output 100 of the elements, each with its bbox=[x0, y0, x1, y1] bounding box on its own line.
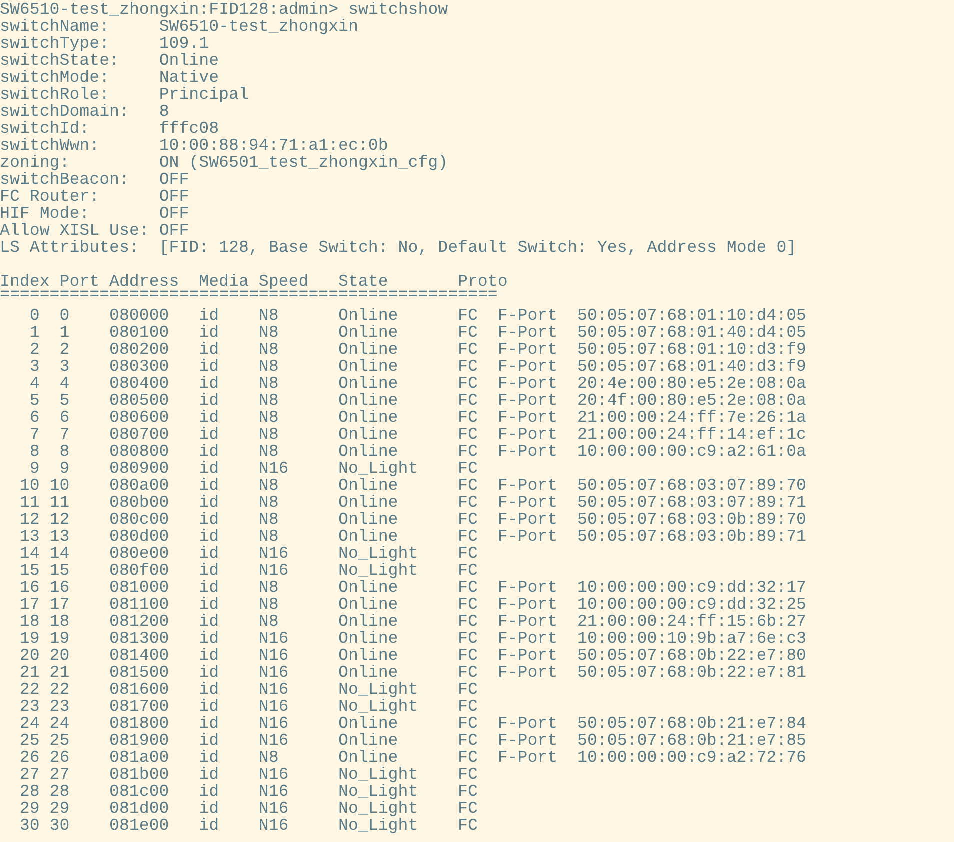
table-cell-text: FC bbox=[458, 579, 479, 596]
table-cell-text: 081b00 bbox=[110, 766, 170, 783]
table-cell-text: 080f00 bbox=[110, 562, 170, 579]
table-cell-text: 080000 bbox=[110, 307, 170, 324]
table-cell-text: 13 bbox=[18, 528, 40, 545]
table-cell-text: 081100 bbox=[110, 596, 170, 613]
table-cell-text: 18 bbox=[18, 613, 40, 630]
table-cell-text: 29 bbox=[18, 800, 40, 817]
table-cell-text: 081a00 bbox=[110, 749, 170, 766]
table-cell-text: Online bbox=[338, 307, 400, 324]
table-cell: 10:00:00:00:c9:a2:72:76 bbox=[577, 749, 807, 766]
table-cell-text: F-Port bbox=[498, 647, 559, 664]
table-cell-text: No_Light bbox=[338, 783, 420, 800]
table-cell-text: N8 bbox=[258, 324, 280, 341]
table-cell-text: 29 bbox=[48, 800, 70, 817]
table-cell-text: 6 bbox=[58, 409, 70, 426]
table-cell-text: 21 bbox=[48, 664, 70, 681]
table-cell-text: FC bbox=[458, 375, 479, 392]
table-cell-text: 26 bbox=[18, 749, 40, 766]
table-cell-text: FC bbox=[458, 477, 479, 494]
table-cell-text: id bbox=[199, 341, 220, 358]
table-cell-text: 080200 bbox=[110, 341, 170, 358]
field-label: zoning: bbox=[0, 154, 71, 171]
table-cell-text: Online bbox=[338, 341, 400, 358]
table-cell: 50:05:07:68:0b:22:e7:80 bbox=[577, 647, 807, 664]
table-cell-text: 24 bbox=[18, 715, 40, 732]
table-cell-text: F-Port bbox=[498, 630, 559, 647]
table-cell: 50:05:07:68:01:40:d3:f9 bbox=[577, 358, 807, 375]
table-cell-text: 080e00 bbox=[110, 545, 170, 562]
table-cell-text: 25 bbox=[48, 732, 70, 749]
table-cell-text: N16 bbox=[258, 562, 290, 579]
table-cell-text: 080900 bbox=[110, 460, 170, 477]
column-header: State bbox=[338, 273, 388, 290]
table-cell-text: id bbox=[199, 698, 220, 715]
table-cell: 50:05:07:68:0b:21:e7:84 bbox=[577, 715, 807, 732]
table-cell-text: 080700 bbox=[110, 426, 170, 443]
table-cell-text: 081600 bbox=[110, 681, 170, 698]
table-cell: 10:00:00:00:c9:a2:61:0a bbox=[577, 443, 807, 460]
table-cell-text: F-Port bbox=[498, 494, 559, 511]
table-cell-text: 19 bbox=[48, 630, 70, 647]
table-cell-text: 6 bbox=[28, 409, 40, 426]
table-cell-text: 17 bbox=[48, 596, 70, 613]
table-cell-text: id bbox=[199, 579, 220, 596]
table-cell-text: 081e00 bbox=[110, 817, 170, 834]
table-cell-text: N8 bbox=[258, 511, 280, 528]
column-header: Address bbox=[110, 273, 180, 290]
field-label: HIF Mode: bbox=[0, 205, 91, 222]
table-cell-text: 8 bbox=[58, 443, 70, 460]
table-cell-text: Online bbox=[338, 494, 400, 511]
table-cell-text: 081d00 bbox=[110, 800, 170, 817]
table-cell-text: FC bbox=[458, 528, 479, 545]
table-cell-text: 080b00 bbox=[110, 494, 170, 511]
table-cell-text: N16 bbox=[258, 732, 290, 749]
table-cell-text: N16 bbox=[258, 664, 290, 681]
table-cell-text: 1 bbox=[28, 324, 40, 341]
table-cell-text: id bbox=[199, 817, 220, 834]
table-cell-text: id bbox=[199, 324, 220, 341]
table-cell-text: FC bbox=[458, 749, 479, 766]
table-cell-text: F-Port bbox=[498, 749, 559, 766]
table-cell-text: 17 bbox=[18, 596, 40, 613]
field-label: switchWwn: bbox=[0, 137, 101, 154]
table-cell-text: Online bbox=[338, 426, 400, 443]
table-cell-text: id bbox=[199, 800, 220, 817]
table-cell-text: id bbox=[199, 528, 220, 545]
table-cell-text: 22 bbox=[18, 681, 40, 698]
table-cell-text: FC bbox=[458, 358, 479, 375]
table-cell-text: 19 bbox=[18, 630, 40, 647]
field-label: LS Attributes: bbox=[0, 239, 140, 256]
table-cell-text: id bbox=[199, 664, 220, 681]
table-cell-text: F-Port bbox=[498, 375, 559, 392]
command-prompt: SW6510-test_zhongxin:FID128:admin> switchshow bbox=[0, 1, 448, 18]
field-label: Allow XISL Use: bbox=[0, 222, 150, 239]
table-cell-text: 080500 bbox=[110, 392, 170, 409]
table-cell-text: F-Port bbox=[498, 528, 559, 545]
table-cell-text: id bbox=[199, 596, 220, 613]
table-cell-text: No_Light bbox=[338, 766, 420, 783]
table-cell-text: Online bbox=[338, 647, 400, 664]
table-cell-text: 080c00 bbox=[110, 511, 170, 528]
table-cell-text: 080300 bbox=[110, 358, 170, 375]
table-cell-text: 12 bbox=[48, 511, 70, 528]
table-cell-text: F-Port bbox=[498, 307, 559, 324]
table-cell-text: 15 bbox=[18, 562, 40, 579]
table-cell-text: Online bbox=[338, 324, 400, 341]
column-header: Speed bbox=[258, 273, 309, 290]
table-cell-text: FC bbox=[458, 715, 479, 732]
field-label: switchBeacon: bbox=[0, 171, 130, 188]
table-cell-text: FC bbox=[458, 800, 479, 817]
table-cell-text: 5 bbox=[58, 392, 70, 409]
table-cell-text: N8 bbox=[258, 596, 280, 613]
table-cell-text: 7 bbox=[58, 426, 70, 443]
table-cell-text: FC bbox=[458, 511, 479, 528]
table-cell-text: FC bbox=[458, 766, 479, 783]
table-cell-text: 080400 bbox=[110, 375, 170, 392]
table-cell-text: F-Port bbox=[498, 596, 559, 613]
table-cell-text: 080600 bbox=[110, 409, 170, 426]
table-cell-text: F-Port bbox=[498, 511, 559, 528]
field-value: OFF bbox=[159, 222, 190, 239]
table-cell-text: 30 bbox=[48, 817, 70, 834]
table-cell-text: id bbox=[199, 545, 220, 562]
table-cell-text: 4 bbox=[58, 375, 70, 392]
